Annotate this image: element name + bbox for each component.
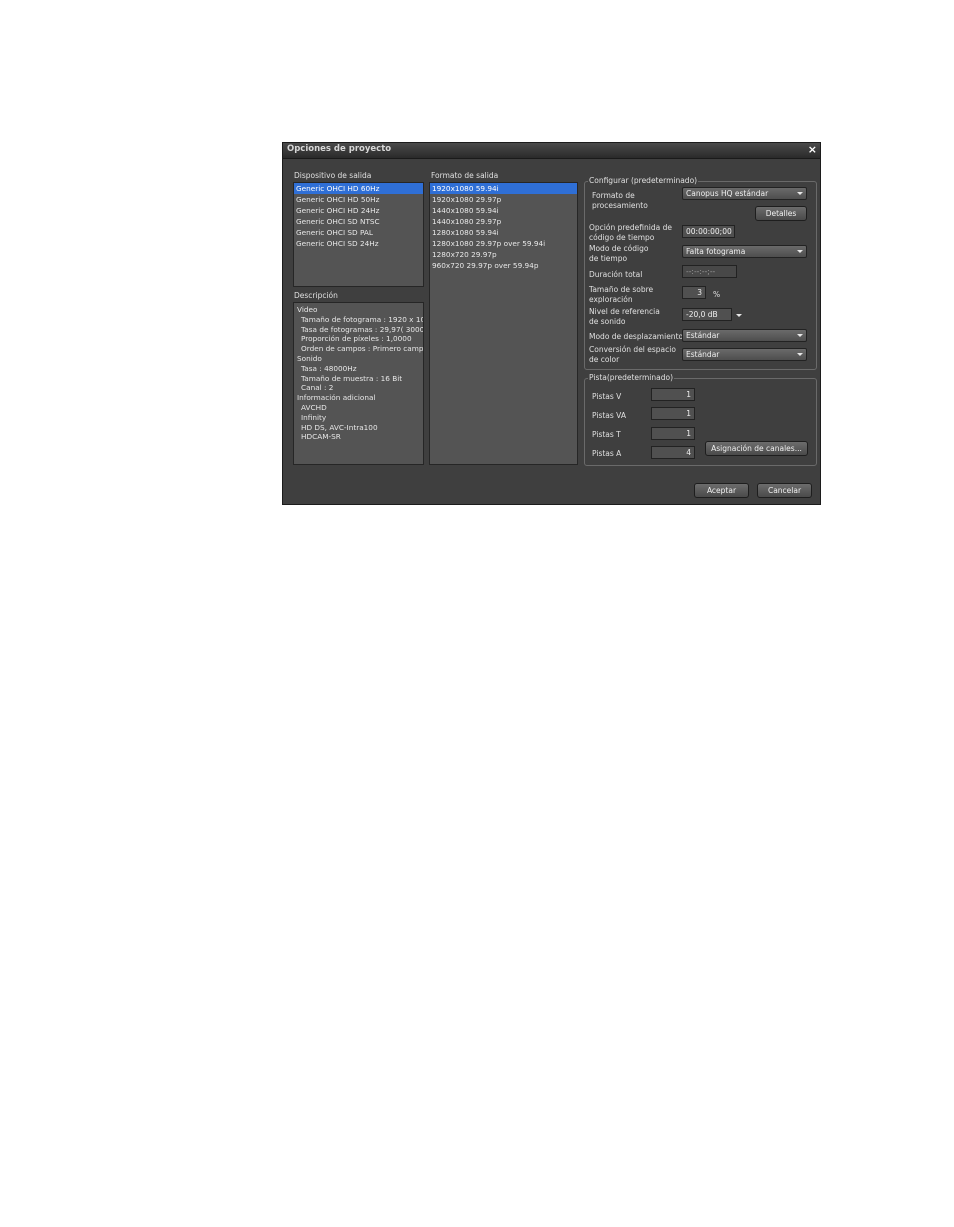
color-space-label-2: de color (589, 355, 620, 364)
list-item[interactable]: 1440x1080 59.94i (430, 205, 577, 216)
chevron-down-icon (797, 353, 803, 356)
render-format-combo[interactable]: Canopus HQ estándar (682, 187, 807, 200)
audio-tracks-label: Pistas A (592, 449, 622, 458)
details-button[interactable]: Detalles (755, 206, 807, 221)
list-item[interactable]: 1440x1080 29.97p (430, 216, 577, 227)
list-item[interactable]: 1280x720 29.97p (430, 249, 577, 260)
description-line: Tasa de fotogramas : 29,97( 3000 (301, 324, 424, 334)
render-format-value: Canopus HQ estándar (686, 189, 769, 198)
timecode-mode-label-1: Modo de código (589, 244, 649, 253)
audio-ref-label-2: de sonido (589, 317, 626, 326)
list-item[interactable]: Generic OHCI HD 24Hz (294, 205, 423, 216)
scroll-mode-combo[interactable]: Estándar (682, 329, 807, 342)
total-duration-field: --:--:--;-- (682, 265, 737, 278)
chevron-down-icon (797, 250, 803, 253)
description-line: Tasa : 48000Hz (301, 363, 357, 373)
color-space-value: Estándar (686, 350, 720, 359)
audio-ref-input[interactable]: -20,0 dB (682, 308, 732, 321)
scroll-mode-value: Estándar (686, 331, 720, 340)
list-item[interactable]: 1280x1080 59.94i (430, 227, 577, 238)
list-item[interactable]: Generic OHCI SD 24Hz (294, 238, 423, 249)
video-audio-tracks-input[interactable]: 1 (651, 407, 695, 420)
scroll-mode-label: Modo de desplazamiento (589, 332, 684, 341)
timecode-mode-label-2: de tiempo (589, 254, 628, 263)
output-device-list[interactable]: Generic OHCI HD 60Hz Generic OHCI HD 50Hz… (293, 182, 424, 287)
window-title: Opciones de proyecto (287, 144, 392, 154)
list-item[interactable]: Generic OHCI HD 60Hz (294, 183, 423, 194)
description-line: Orden de campos : Primero campo (301, 344, 424, 354)
chevron-down-icon (797, 192, 803, 195)
description-line: Información adicional (297, 393, 376, 403)
overscan-input[interactable]: 3 (682, 286, 706, 299)
audio-tracks-input[interactable]: 4 (651, 446, 695, 459)
color-space-label-1: Conversión del espacio (589, 345, 676, 354)
list-item[interactable]: Generic OHCI SD PAL (294, 227, 423, 238)
tracks-group-title: Pista(predeterminado) (588, 373, 675, 383)
description-line: Proporción de píxeles : 1,0000 (301, 334, 412, 344)
total-duration-label: Duración total (589, 270, 643, 279)
output-format-list[interactable]: 1920x1080 59.94i 1920x1080 29.97p 1440x108… (429, 182, 578, 465)
description-label: Descripción (294, 291, 338, 300)
title-tracks-input[interactable]: 1 (651, 427, 695, 440)
video-audio-tracks-label: Pistas VA (592, 411, 626, 420)
list-item[interactable]: Generic OHCI HD 50Hz (294, 194, 423, 205)
overscan-label-1: Tamaño de sobre (589, 285, 654, 294)
title-bar[interactable]: Opciones de proyecto × (283, 143, 820, 159)
project-options-dialog: Opciones de proyecto × Dispositivo de sa… (282, 142, 821, 505)
list-item[interactable]: 1280x1080 29.97p over 59.94i (430, 238, 577, 249)
output-format-label: Formato de salida (431, 171, 499, 180)
config-group-title: Configurar (predeterminado) (588, 176, 699, 186)
overscan-label-2: exploración (589, 295, 633, 304)
description-line: AVCHD (301, 402, 327, 412)
timecode-preset-input[interactable]: 00:00:00;00 (682, 225, 735, 238)
description-box: Video Tamaño de fotograma : 1920 x 10 Tasa… (293, 302, 424, 465)
list-item[interactable]: Generic OHCI SD NTSC (294, 216, 423, 227)
list-item[interactable]: 1920x1080 59.94i (430, 183, 577, 194)
timecode-preset-label-2: código de tiempo (589, 233, 655, 242)
cancel-button[interactable]: Cancelar (757, 483, 812, 498)
output-device-label: Dispositivo de salida (294, 171, 372, 180)
list-item[interactable]: 1920x1080 29.97p (430, 194, 577, 205)
audio-ref-label-1: Nivel de referencia (589, 307, 660, 316)
timecode-mode-value: Falta fotograma (686, 247, 746, 256)
video-tracks-label: Pistas V (592, 392, 622, 401)
video-tracks-input[interactable]: 1 (651, 388, 695, 401)
description-line: Sonido (297, 353, 322, 363)
ok-button[interactable]: Aceptar (694, 483, 749, 498)
render-format-label-2: procesamiento (592, 201, 648, 210)
chevron-down-icon (797, 334, 803, 337)
overscan-unit: % (713, 290, 721, 299)
description-line: Tamaño de muestra : 16 Bit (301, 373, 403, 383)
audio-ref-dropdown-icon[interactable] (736, 314, 742, 317)
title-tracks-label: Pistas T (592, 430, 621, 439)
close-icon[interactable]: × (808, 143, 817, 157)
description-line: HD DS, AVC-Intra100 (301, 422, 378, 432)
color-space-combo[interactable]: Estándar (682, 348, 807, 361)
description-line: Infinity (301, 412, 327, 422)
description-line: Video (297, 305, 318, 314)
timecode-mode-combo[interactable]: Falta fotograma (682, 245, 807, 258)
channel-assignment-button[interactable]: Asignación de canales... (705, 441, 808, 456)
description-line: Tamaño de fotograma : 1920 x 10 (301, 314, 424, 324)
timecode-preset-label-1: Opción predefinida de (589, 223, 672, 232)
list-item[interactable]: 960x720 29.97p over 59.94p (430, 260, 577, 271)
description-line: HDCAM-SR (301, 432, 341, 442)
render-format-label-1: Formato de (592, 191, 635, 200)
description-line: Canal : 2 (301, 383, 334, 393)
